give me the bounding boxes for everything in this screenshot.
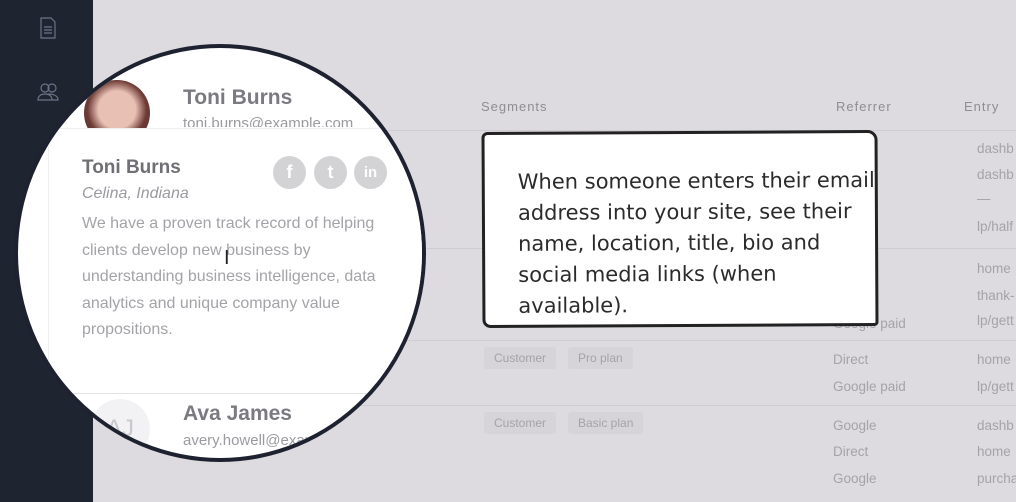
contact-name[interactable]: Toni Burns [183, 86, 292, 110]
referrer-cell: Google paid [833, 379, 906, 394]
avatar-initials[interactable]: AJ [90, 399, 150, 458]
linkedin-icon[interactable]: in [354, 156, 387, 189]
entry-cell: home [977, 444, 1011, 459]
contact-email: avery.howell@example.com [183, 432, 370, 449]
entry-cell: home [977, 352, 1011, 367]
document-icon[interactable] [36, 16, 60, 40]
entry-cell: lp/gett [977, 313, 1014, 328]
contact-email: toni.burns@example.com [183, 115, 354, 127]
entry-cell: lp/gett [977, 379, 1014, 394]
entry-cell: dashb [977, 167, 1014, 182]
header-referrer[interactable]: Referrer [836, 99, 892, 114]
segment-tag[interactable]: Customer [484, 412, 557, 434]
header-entry[interactable]: Entry [964, 99, 999, 114]
entry-cell: purcha [977, 471, 1016, 486]
entry-cell: home [977, 261, 1011, 276]
twitter-icon[interactable]: t [314, 156, 347, 189]
contact-name[interactable]: Ava James [183, 402, 292, 426]
entry-cell: — [977, 191, 991, 206]
magnifier-lens: Toni Burns toni.burns@example.com Toni B… [14, 44, 426, 462]
referrer-cell: Direct [833, 352, 869, 367]
callout-text: When someone enters their email address … [517, 167, 875, 318]
header-segments[interactable]: Segments [481, 99, 548, 114]
popup-location: Celina, Indiana [82, 185, 189, 202]
callout-box: When someone enters their email address … [481, 129, 879, 329]
popup-bio: We have a proven track record of helping… [82, 215, 376, 338]
segment-tag[interactable]: Basic plan [568, 412, 644, 434]
segment-tag[interactable]: Pro plan [568, 347, 633, 369]
segment-tag[interactable]: Customer [484, 347, 557, 369]
facebook-icon[interactable]: f [273, 156, 306, 189]
entry-cell: dashb [977, 141, 1014, 156]
referrer-cell: Direct [833, 444, 869, 459]
referrer-cell: Google [833, 418, 877, 433]
entry-cell: thank- [977, 288, 1015, 303]
entry-cell: lp/half [977, 219, 1014, 234]
text-cursor-icon: I [224, 247, 230, 269]
popup-name: Toni Burns [82, 157, 181, 178]
entry-cell: dashb [977, 418, 1014, 433]
referrer-cell: Google [833, 471, 877, 486]
